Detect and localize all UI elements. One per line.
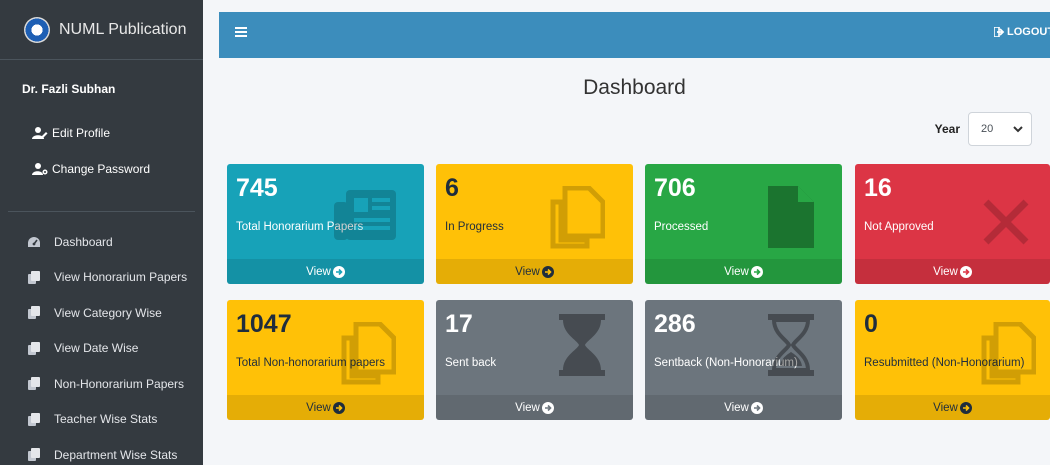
logout-button[interactable]: LOGOUT	[994, 26, 1050, 38]
stat-card-in-progress: 6 In Progress View	[436, 164, 633, 284]
sidebar-item-non-honorarium-papers[interactable]: Non-Honorarium Papers	[0, 366, 203, 402]
stat-card-caption: Processed	[654, 221, 709, 233]
arrow-circle-right-icon	[959, 401, 972, 414]
copy-icon	[340, 321, 397, 391]
stat-card-caption: Sent back	[445, 357, 497, 369]
stat-card-sent-back: 17 Sent back View	[436, 300, 633, 420]
year-select-value: 20	[981, 123, 994, 135]
stat-card-view-link[interactable]: View	[855, 259, 1050, 284]
sidebar-item-dashboard[interactable]: Dashboard	[0, 224, 203, 260]
file-icon	[768, 186, 814, 253]
arrow-circle-right-icon	[541, 265, 554, 278]
stat-card-view-link[interactable]: View	[227, 395, 424, 420]
stat-card-value: 745	[236, 174, 278, 202]
edit-profile-link[interactable]: Edit Profile	[0, 115, 203, 151]
stat-card-view-link[interactable]: View	[227, 259, 424, 284]
view-link-label: View	[933, 401, 958, 414]
year-filter: Year 20	[935, 112, 1032, 146]
top-navbar: LOGOUT	[219, 12, 1050, 58]
stat-card-value: 16	[864, 174, 892, 202]
change-password-link[interactable]: Change Password	[0, 151, 203, 187]
sign-out-icon	[994, 27, 1005, 37]
change-password-label: Change Password	[52, 162, 151, 176]
stat-card-value: 17	[445, 310, 473, 338]
arrow-circle-right-icon	[750, 401, 763, 414]
copy-icon	[27, 341, 41, 355]
edit-profile-label: Edit Profile	[52, 126, 111, 140]
sidebar-item-label: View Category Wise	[54, 305, 162, 320]
user-name: Dr. Fazli Subhan	[22, 82, 116, 96]
stat-card-view-link[interactable]: View	[645, 395, 842, 420]
stat-card-resubmitted-non-honorarium: 0 Resubmitted (Non-Honorarium) View	[855, 300, 1050, 420]
year-select[interactable]: 20	[968, 112, 1032, 146]
arrow-circle-right-icon	[332, 401, 345, 414]
chevron-down-icon	[1013, 125, 1023, 133]
stat-card-value: 706	[654, 174, 696, 202]
stat-card-not-approved: 16 Not Approved View	[855, 164, 1050, 284]
sidebar-item-view-category-wise[interactable]: View Category Wise	[0, 295, 203, 331]
newspaper-icon	[334, 186, 396, 249]
stat-card-value: 286	[654, 310, 696, 338]
sidebar-item-label: Teacher Wise Stats	[54, 412, 158, 427]
stat-card-caption: In Progress	[445, 221, 504, 233]
view-link-label: View	[306, 265, 331, 278]
sidebar: NUML Publication Dr. Fazli Subhan Edit P…	[0, 0, 203, 465]
numl-logo-icon	[24, 16, 50, 43]
year-label: Year	[934, 122, 960, 136]
brand-title: NUML Publication	[59, 20, 187, 38]
hourglass-outline-icon	[768, 314, 814, 381]
view-link-label: View	[306, 401, 331, 414]
copy-icon	[980, 321, 1037, 391]
stat-card-view-link[interactable]: View	[436, 259, 633, 284]
copy-icon	[27, 306, 41, 320]
times-icon	[982, 198, 1030, 251]
menu-toggle-icon[interactable]	[235, 27, 247, 37]
sidebar-divider	[8, 211, 195, 212]
view-link-label: View	[724, 265, 749, 278]
stat-card-processed: 706 Processed View	[645, 164, 842, 284]
sidebar-item-label: Dashboard	[54, 234, 113, 249]
view-link-label: View	[724, 401, 749, 414]
stat-card-value: 1047	[236, 310, 292, 338]
stat-card-view-link[interactable]: View	[855, 395, 1050, 420]
view-link-label: View	[933, 265, 958, 278]
stat-card-view-link[interactable]: View	[645, 259, 842, 284]
sidebar-item-label: Non-Honorarium Papers	[54, 376, 185, 391]
stat-card-value: 6	[445, 174, 459, 202]
sidebar-item-label: Department Wise Stats	[54, 447, 178, 462]
tachometer-icon	[27, 236, 41, 248]
stat-card-total-honorarium-papers: 745 Total Honorarium Papers View	[227, 164, 424, 284]
sidebar-item-view-honorarium-papers[interactable]: View Honorarium Papers	[0, 260, 203, 296]
stat-card-total-non-honorarium-papers: 1047 Total Non-honorarium papers View	[227, 300, 424, 420]
view-link-label: View	[515, 265, 540, 278]
page-title: Dashboard	[583, 76, 686, 99]
sidebar-item-teacher-wise-stats[interactable]: Teacher Wise Stats	[0, 402, 203, 438]
copy-icon	[27, 448, 41, 462]
hourglass-icon	[559, 314, 605, 381]
copy-icon	[549, 185, 606, 255]
sidebar-item-label: View Honorarium Papers	[54, 270, 188, 285]
copy-icon	[27, 377, 41, 391]
stat-card-view-link[interactable]: View	[436, 395, 633, 420]
arrow-circle-right-icon	[541, 401, 554, 414]
arrow-circle-right-icon	[332, 265, 345, 278]
arrow-circle-right-icon	[750, 265, 763, 278]
sidebar-item-view-date-wise[interactable]: View Date Wise	[0, 331, 203, 367]
sidebar-item-label: View Date Wise	[54, 341, 139, 356]
stat-card-value: 0	[864, 310, 878, 338]
logout-label: LOGOUT	[1007, 26, 1050, 38]
brand-link[interactable]: NUML Publication	[0, 0, 203, 60]
user-cog-icon	[32, 163, 48, 175]
stat-card-sentback-non-honorarium: 286 Sentback (Non-Honorarium) View	[645, 300, 842, 420]
stat-card-caption: Not Approved	[864, 221, 934, 233]
arrow-circle-right-icon	[959, 265, 972, 278]
copy-icon	[27, 412, 41, 426]
copy-icon	[27, 270, 41, 284]
user-edit-icon	[32, 127, 48, 139]
view-link-label: View	[515, 401, 540, 414]
sidebar-item-department-wise-stats[interactable]: Department Wise Stats	[0, 437, 203, 465]
